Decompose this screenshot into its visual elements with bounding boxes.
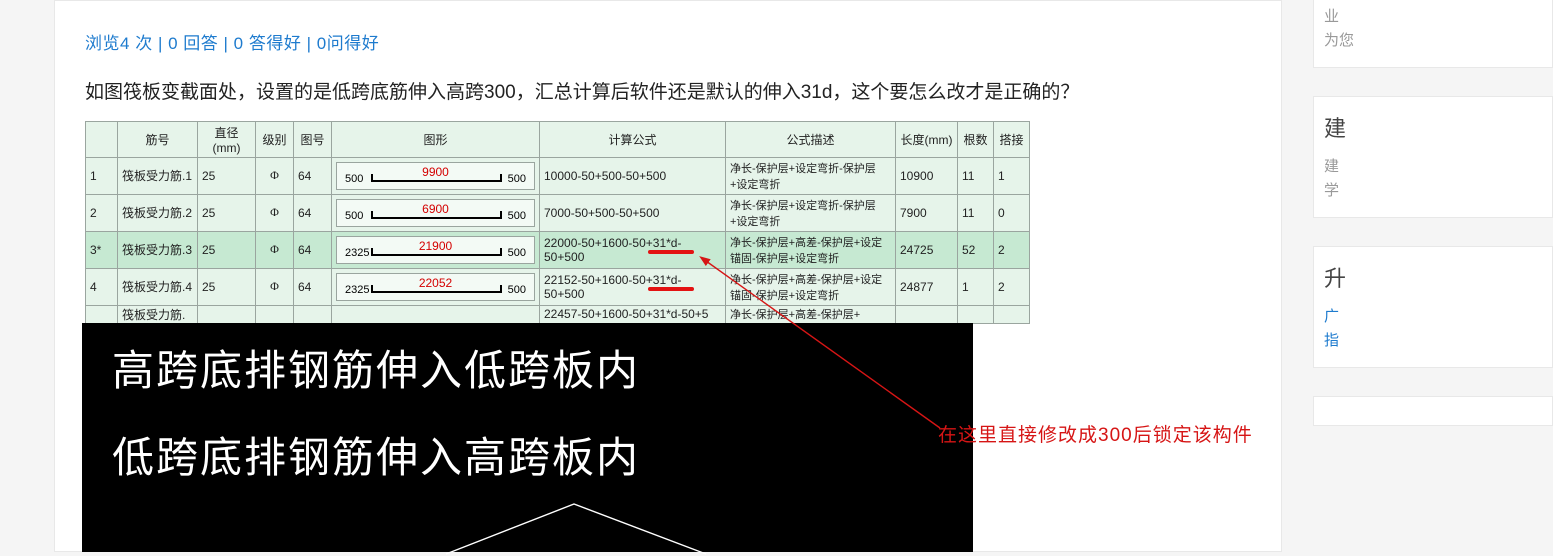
cell-tuhao[interactable]: 64 [294,231,332,268]
table-row[interactable]: 4筏板受力筋.425Φ6423252205250022152-50+1600-5… [86,268,1030,305]
side2-s1: 建 [1324,155,1552,179]
cell-jinhao[interactable]: 筏板受力筋.2 [118,194,198,231]
cell-formula[interactable]: 22000-50+1600-50+31*d-50+500 [540,231,726,268]
cell-count[interactable]: 1 [958,268,994,305]
row-index: 2 [86,194,118,231]
side1-l1: 业 [1324,5,1552,29]
table-row[interactable]: 筏板受力筋. 22457-50+1600-50+31*d-50+5净长-保护层+高… [86,305,1030,323]
col-jinhao[interactable]: 筋号 [118,121,198,157]
col-genshu[interactable]: 根数 [958,121,994,157]
row-index: 1 [86,157,118,194]
cell-zhijing[interactable]: 25 [198,194,256,231]
side2-s2: 学 [1324,179,1552,203]
cell-shape[interactable]: 5006900500 [332,194,540,231]
cell-desc[interactable]: 净长-保护层+高差-保护层+设定锚固-保护层+设定弯折 [726,231,896,268]
cell-shape[interactable]: 232522052500 [332,268,540,305]
cell-jinhao[interactable]: 筏板受力筋.4 [118,268,198,305]
cell-lap[interactable]: 1 [994,157,1030,194]
cell-jibie[interactable]: Φ [256,157,294,194]
table-row[interactable]: 2筏板受力筋.225Φ6450069005007000-50+500-50+50… [86,194,1030,231]
rebar-table: 筋号 直径(mm) 级别 图号 图形 计算公式 公式描述 长度(mm) 根数 搭… [85,121,1030,324]
col-gongshi[interactable]: 计算公式 [540,121,726,157]
cell-length[interactable] [896,305,958,323]
col-miaoshu[interactable]: 公式描述 [726,121,896,157]
row-index [86,305,118,323]
cell-tuhao[interactable] [294,305,332,323]
cell-count[interactable]: 11 [958,157,994,194]
col-rowhead [86,121,118,157]
cell-lap[interactable] [994,305,1030,323]
cell-shape[interactable] [332,305,540,323]
cell-jibie[interactable]: Φ [256,268,294,305]
cell-lap[interactable]: 0 [994,194,1030,231]
cad-note-1: 高跨底排钢筋伸入低跨板内 [112,337,943,398]
cad-shape [406,498,726,556]
cell-jibie[interactable]: Φ [256,231,294,268]
cell-formula[interactable]: 22152-50+1600-50+31*d-50+500 [540,268,726,305]
cell-shape[interactable]: 232521900500 [332,231,540,268]
table-row[interactable]: 3*筏板受力筋.325Φ6423252190050022000-50+1600-… [86,231,1030,268]
side2-title: 建 [1324,111,1552,143]
cell-jinhao[interactable]: 筏板受力筋.1 [118,157,198,194]
question-stats: 浏览4 次 | 0 回答 | 0 答得好 | 0问得好 [85,29,1251,54]
cad-note-2: 低跨底排钢筋伸入高跨板内 [112,424,943,485]
cell-count[interactable]: 52 [958,231,994,268]
cell-length[interactable]: 24877 [896,268,958,305]
row-index: 4 [86,268,118,305]
views: 浏览4 次 [85,34,153,53]
question-text: 如图筏板变截面处，设置的是低跨底筋伸入高跨300，汇总计算后软件还是默认的伸入3… [85,80,1251,107]
cell-zhijing[interactable] [198,305,256,323]
cell-length[interactable]: 7900 [896,194,958,231]
cell-tuhao[interactable]: 64 [294,268,332,305]
cell-lap[interactable]: 2 [994,268,1030,305]
side3-title: 升 [1324,261,1552,293]
cell-shape[interactable]: 5009900500 [332,157,540,194]
cell-desc[interactable]: 净长-保护层+高差-保护层+设定锚固-保护层+设定弯折 [726,268,896,305]
col-zhijing[interactable]: 直径(mm) [198,121,256,157]
cell-formula[interactable]: 22457-50+1600-50+31*d-50+5 [540,305,726,323]
cell-tuhao[interactable]: 64 [294,157,332,194]
cell-formula[interactable]: 10000-50+500-50+500 [540,157,726,194]
cell-zhijing[interactable]: 25 [198,268,256,305]
cell-count[interactable]: 11 [958,194,994,231]
side1-l2: 为您 [1324,29,1552,53]
cell-formula[interactable]: 7000-50+500-50+500 [540,194,726,231]
cell-jibie[interactable] [256,305,294,323]
cell-lap[interactable]: 2 [994,231,1030,268]
col-dajie[interactable]: 搭接 [994,121,1030,157]
answers: 0 回答 [168,34,218,53]
cell-zhijing[interactable]: 25 [198,231,256,268]
cell-length[interactable]: 10900 [896,157,958,194]
cell-zhijing[interactable]: 25 [198,157,256,194]
cell-count[interactable] [958,305,994,323]
cell-desc[interactable]: 净长-保护层+设定弯折-保护层+设定弯折 [726,157,896,194]
cell-jinhao[interactable]: 筏板受力筋. [118,305,198,323]
col-changdu[interactable]: 长度(mm) [896,121,958,157]
side3-s1[interactable]: 广 [1324,305,1552,329]
col-tuxing[interactable]: 图形 [332,121,540,157]
row-index: 3* [86,231,118,268]
side3-s2[interactable]: 指 [1324,329,1552,353]
good-questions: 0问得好 [317,34,379,53]
cell-tuhao[interactable]: 64 [294,194,332,231]
good-answers: 0 答得好 [234,34,302,53]
cad-drawing: 高跨底排钢筋伸入低跨板内 低跨底排钢筋伸入高跨板内 [82,323,973,552]
col-tuhao[interactable]: 图号 [294,121,332,157]
col-jibie[interactable]: 级别 [256,121,294,157]
cell-length[interactable]: 24725 [896,231,958,268]
right-sidebar: 业 为您 建 建 学 升 广 指 [1313,0,1553,552]
cell-jinhao[interactable]: 筏板受力筋.3 [118,231,198,268]
cell-desc[interactable]: 净长-保护层+高差-保护层+ [726,305,896,323]
cell-desc[interactable]: 净长-保护层+设定弯折-保护层+设定弯折 [726,194,896,231]
cell-jibie[interactable]: Φ [256,194,294,231]
table-row[interactable]: 1筏板受力筋.125Φ64500990050010000-50+500-50+5… [86,157,1030,194]
